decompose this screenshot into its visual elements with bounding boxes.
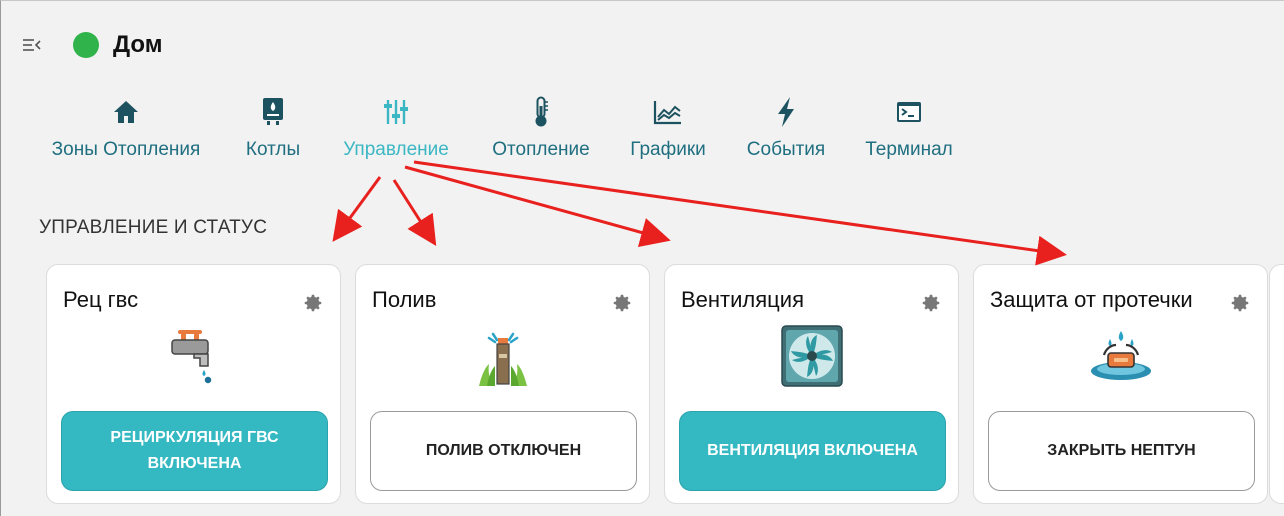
card-title: Защита от протечки <box>990 287 1193 312</box>
annotation-arrow <box>404 165 671 248</box>
terminal-icon <box>896 93 922 131</box>
sprinkler-icon <box>467 322 539 390</box>
fan-icon <box>776 322 848 390</box>
sliders-icon <box>383 93 409 131</box>
faucet-icon <box>158 322 230 390</box>
tab-boilers[interactable]: Котлы <box>239 93 307 173</box>
card-title: Вентиляция <box>681 287 804 312</box>
card-title: Рец гвс <box>63 287 139 312</box>
lightning-icon <box>775 93 797 131</box>
card-ventilation: Вентиляция ВЕНТИЛЯЦИЯ ВКЛЮЧЕНА <box>664 264 959 504</box>
card-title: Полив <box>372 287 437 312</box>
gear-icon[interactable] <box>1229 292 1251 314</box>
page-title: Дом <box>113 31 163 58</box>
gear-icon[interactable] <box>302 292 324 314</box>
dhw-recirculation-toggle-button[interactable]: РЕЦИРКУЛЯЦИЯ ГВС ВКЛЮЧЕНА <box>61 411 328 491</box>
section-title: УПРАВЛЕНИЕ И СТАТУС <box>39 217 268 238</box>
menu-collapse-icon[interactable] <box>21 34 43 56</box>
annotation-arrow <box>392 179 437 247</box>
card-irrigation: Полив ПОЛИВ ОТКЛЮЧЕН <box>355 264 650 504</box>
header: Дом <box>21 25 163 65</box>
gear-icon[interactable] <box>611 292 633 314</box>
irrigation-toggle-button[interactable]: ПОЛИВ ОТКЛЮЧЕН <box>370 411 637 491</box>
ventilation-toggle-button[interactable]: ВЕНТИЛЯЦИЯ ВКЛЮЧЕНА <box>679 411 946 491</box>
tab-control[interactable]: Управление <box>331 93 461 173</box>
chart-icon <box>653 93 683 131</box>
tab-terminal[interactable]: Терминал <box>857 93 961 173</box>
thermometer-icon <box>532 93 550 131</box>
card-partial <box>1269 264 1284 504</box>
gear-icon[interactable] <box>920 292 942 314</box>
tab-heating[interactable]: Отопление <box>485 93 597 173</box>
home-icon <box>112 93 140 131</box>
boiler-icon <box>261 93 285 131</box>
card-dhw-recirculation: Рец гвс РЕЦИРКУЛЯЦИЯ ГВС ВКЛЮЧЕНА <box>46 264 341 504</box>
card-leak-protection: Защита от протечки ЗАКРЫТЬ НЕПТУН <box>973 264 1268 504</box>
annotation-arrow <box>332 176 382 242</box>
tab-events[interactable]: События <box>739 93 833 173</box>
online-status-dot <box>73 32 99 58</box>
annotation-arrow <box>413 160 1067 266</box>
tab-charts[interactable]: Графики <box>623 93 713 173</box>
tab-heating-zones[interactable]: Зоны Отопления <box>39 93 213 173</box>
close-neptun-button[interactable]: ЗАКРЫТЬ НЕПТУН <box>988 411 1255 491</box>
water-leak-icon <box>1085 322 1157 390</box>
